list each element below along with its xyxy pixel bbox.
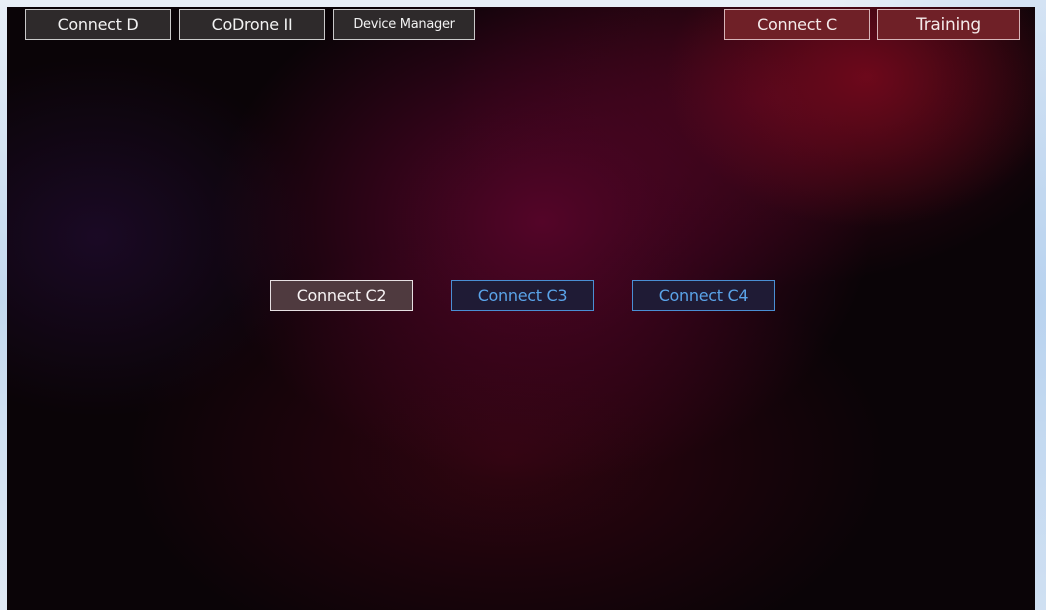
app-window: Connect D CoDrone II Device Manager Conn… — [7, 7, 1035, 610]
device-manager-button[interactable]: Device Manager — [333, 9, 475, 40]
connect-c4-button[interactable]: Connect C4 — [632, 280, 775, 311]
connect-d-button[interactable]: Connect D — [25, 9, 171, 40]
connect-c2-button[interactable]: Connect C2 — [270, 280, 413, 311]
codrone-ii-button[interactable]: CoDrone II — [179, 9, 325, 40]
connect-c3-button[interactable]: Connect C3 — [451, 280, 594, 311]
training-button[interactable]: Training — [877, 9, 1020, 40]
connect-c-button[interactable]: Connect C — [724, 9, 870, 40]
